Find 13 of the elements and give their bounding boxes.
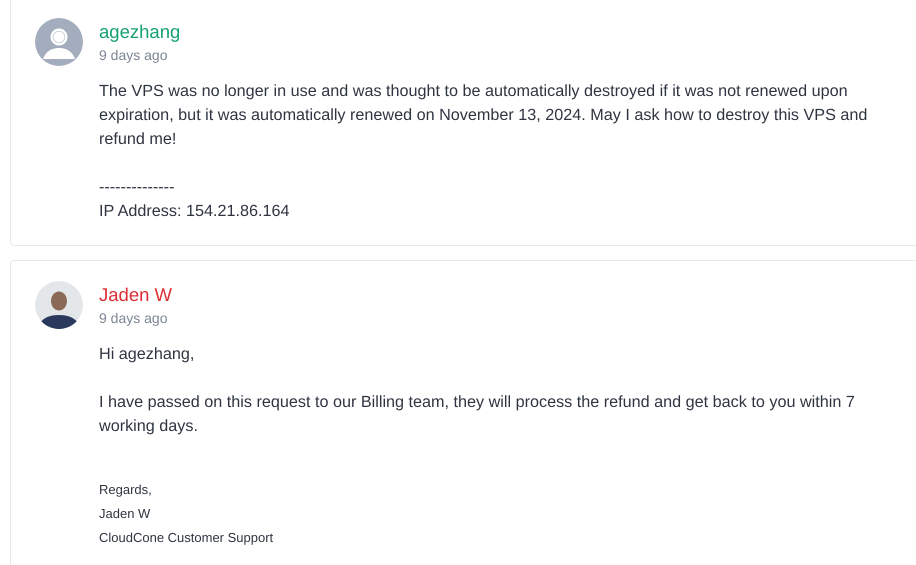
signature-line: Jaden W: [99, 505, 152, 523]
signature-line: Regards,: [99, 481, 153, 499]
default-avatar-icon: [35, 18, 83, 66]
author-name: Jaden W: [99, 283, 174, 307]
timestamp: 9 days ago: [99, 309, 168, 328]
message-text: I have passed on this request to our Billing team, they will process the refund and get back to you within 7 working days.: [99, 392, 856, 437]
message-text: The VPS was no longer in use and was thought to be automatically destroyed if it was not renewed upon expiration, but it was automatically renewed on November 13, 2024. May I ask how to destroy this VPS and refund me!: [99, 81, 868, 150]
message-text: Hi agezhang,: [99, 344, 196, 365]
message-text: -------------- IP Address: 154.21.86.164: [99, 177, 291, 222]
author-name: agezhang: [99, 20, 182, 44]
timestamp: 9 days ago: [99, 46, 168, 65]
signature-line: CloudCone Customer Support: [99, 529, 274, 547]
avatar-silhouette-icon: [35, 281, 83, 329]
